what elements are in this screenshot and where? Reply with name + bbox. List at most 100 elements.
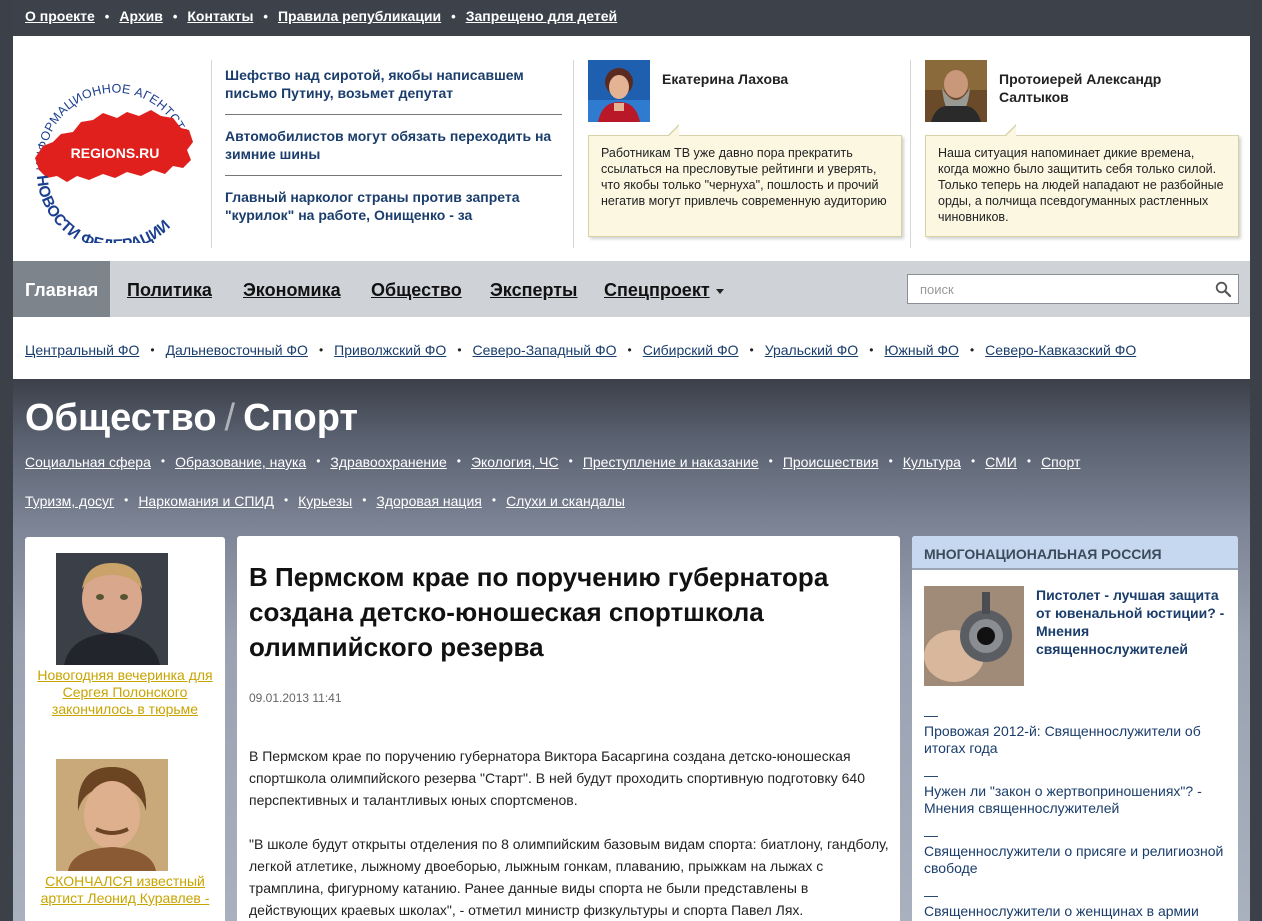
expert-photo-lakhova[interactable]: [588, 60, 650, 122]
top-nav-about[interactable]: О проекте: [25, 8, 95, 24]
subnav-separator: •: [316, 454, 321, 468]
page-title-section[interactable]: Общество: [25, 397, 217, 439]
subnav-link[interactable]: Слухи и скандалы: [506, 493, 625, 509]
subnav-separator: •: [456, 454, 461, 468]
region-separator: •: [749, 343, 754, 357]
subnav-link[interactable]: Культура: [903, 454, 961, 470]
right-list-text: Нужен ли "закон о жертвоприношениях"? - …: [924, 783, 1202, 816]
page-title-subsection: Спорт: [243, 397, 359, 439]
subnav-separator: •: [970, 454, 976, 468]
region-separator: •: [627, 343, 632, 357]
news-caption-text: Новогодняя вечеринка для Сергея Полонско…: [37, 667, 213, 717]
subnav-link[interactable]: Происшествия: [783, 454, 879, 470]
right-list-text: Провожая 2012-й: Священнослужители об ит…: [924, 723, 1201, 756]
section-area: Общество / Спорт Социальная сфера • Образо…: [13, 379, 1250, 921]
svg-text:НОВОСТИ ФЕДЕРАЦИИ: НОВОСТИ ФЕДЕРАЦИИ: [33, 174, 174, 243]
logo-brand: REGIONS.RU: [71, 145, 160, 161]
right-lead-link[interactable]: Пистолет - лучшая защита от ювенальной ю…: [1036, 586, 1226, 658]
region-link[interactable]: Южный ФО: [884, 342, 959, 358]
nav-society[interactable]: Общество: [371, 261, 462, 317]
right-list-item[interactable]: — Нужен ли "закон о жертвоприношениях"? …: [924, 768, 1224, 817]
top-nav-separator: •: [104, 8, 110, 24]
expert-name[interactable]: Протоиерей Александр Салтыков: [999, 70, 1229, 106]
right-list-text: Священнослужители о женщинах в армии: [924, 903, 1199, 919]
subnav-separator: •: [124, 493, 129, 507]
subnav-row-2: Туризм, досуг • Наркомания и СПИД • Курь…: [25, 493, 625, 509]
top-nav-separator: •: [451, 8, 456, 24]
subnav-link[interactable]: Социальная сфера: [25, 454, 151, 470]
expert-quote[interactable]: Работникам ТВ уже давно пора прекратить …: [588, 124, 902, 237]
subnav-link[interactable]: Курьезы: [298, 493, 352, 509]
news-divider: [225, 175, 562, 176]
right-list-item[interactable]: — Провожая 2012-й: Священнослужители об …: [924, 708, 1224, 757]
dash-marker: —: [924, 767, 938, 783]
top-nav-republication-rules[interactable]: Правила републикации: [278, 8, 441, 24]
region-link[interactable]: Северо-Кавказский ФО: [985, 342, 1136, 358]
subnav-link-sport[interactable]: Спорт: [1041, 454, 1080, 470]
news-divider: [225, 114, 562, 115]
expert-photo-saltykov[interactable]: [925, 60, 987, 122]
news-caption[interactable]: СКОНЧАЛСЯ известный артист Леонид Куравл…: [35, 873, 215, 907]
nav-experts[interactable]: Эксперты: [490, 261, 577, 317]
dash-marker: —: [924, 887, 938, 903]
nav-main[interactable]: Главная: [13, 261, 111, 317]
subnav-link[interactable]: Экология, ЧС: [471, 454, 559, 470]
nav-politics[interactable]: Политика: [127, 261, 212, 317]
subnav-separator: •: [1026, 454, 1032, 468]
right-column-heading[interactable]: МНОГОНАЦИОНАЛЬНАЯ РОССИЯ: [912, 536, 1238, 570]
subnav-link[interactable]: Туризм, досуг: [25, 493, 114, 509]
region-separator: •: [869, 343, 874, 357]
nav-economy[interactable]: Экономика: [243, 261, 341, 317]
subnav-separator: •: [768, 454, 773, 468]
expert-name[interactable]: Екатерина Лахова: [662, 70, 892, 88]
region-link[interactable]: Дальневосточный ФО: [166, 342, 308, 358]
region-link[interactable]: Сибирский ФО: [643, 342, 739, 358]
subnav-link[interactable]: СМИ: [985, 454, 1017, 470]
header-news-item[interactable]: Автомобилистов могут обязать переходить …: [225, 127, 562, 163]
subnav-link[interactable]: Образование, наука: [175, 454, 306, 470]
header-news-item[interactable]: Шефство над сиротой, якобы написавшем пи…: [225, 66, 562, 102]
news-caption-text: СКОНЧАЛСЯ известный артист Леонид Куравл…: [40, 873, 210, 906]
top-nav-forbidden-for-children[interactable]: Запрещено для детей: [466, 8, 617, 24]
region-link[interactable]: Приволжский ФО: [334, 342, 446, 358]
right-list-item[interactable]: — Священнослужители о женщинах в армии: [924, 888, 1224, 920]
region-separator: •: [150, 343, 155, 357]
news-photo[interactable]: [56, 553, 168, 665]
nav-special-project-label: Спецпроект: [604, 280, 710, 300]
expert-saltykov: Протоиерей Александр Салтыков Наша ситуа…: [910, 60, 1250, 248]
subnav-link[interactable]: Наркомания и СПИД: [138, 493, 274, 509]
header: ИНФОРМАЦИОННОЕ АГЕНТСТВО REGIONS.RU НОВО…: [13, 36, 1250, 261]
news-photo[interactable]: [56, 759, 168, 871]
news-caption[interactable]: Новогодняя вечеринка для Сергея Полонско…: [35, 667, 215, 718]
subnav-link[interactable]: Преступление и наказание: [583, 454, 759, 470]
subnav-separator: •: [283, 493, 289, 507]
region-link[interactable]: Северо-Западный ФО: [473, 342, 617, 358]
expert-lakhova: Екатерина Лахова Работникам ТВ уже давно…: [573, 60, 909, 248]
right-list-item[interactable]: — Священнослужители о присяге и религиоз…: [924, 828, 1224, 877]
region-link[interactable]: Уральский ФО: [765, 342, 859, 358]
left-column: Новогодняя вечеринка для Сергея Полонско…: [25, 537, 225, 921]
article-date: 09.01.2013 11:41: [249, 691, 342, 705]
region-link[interactable]: Центральный ФО: [25, 342, 139, 358]
top-nav-contacts[interactable]: Контакты: [187, 8, 253, 24]
subnav-link[interactable]: Здоровая нация: [376, 493, 481, 509]
regions-nav: Центральный ФО • Дальневосточный ФО • Пр…: [13, 317, 1250, 383]
subnav-separator: •: [362, 493, 367, 507]
expert-quote[interactable]: Наша ситуация напоминает дикие времена, …: [925, 124, 1239, 237]
subnav-link[interactable]: Здравоохранение: [330, 454, 446, 470]
search-input[interactable]: [908, 275, 1198, 303]
regions-bar: Центральный ФО • Дальневосточный ФО • Пр…: [13, 317, 1250, 379]
header-news-item[interactable]: Главный нарколог страны против запрета "…: [225, 188, 562, 224]
subnav-row-1: Социальная сфера • Образование, наука • …: [25, 454, 1080, 470]
pistol-photo[interactable]: [924, 586, 1024, 686]
article-title: В Пермском крае по поручению губернатора…: [249, 562, 829, 662]
dash-marker: —: [924, 827, 938, 843]
subnav-separator: •: [888, 454, 893, 468]
top-nav-archive[interactable]: Архив: [119, 8, 162, 24]
top-bar: О проекте • Архив • Контакты • Правила р…: [13, 0, 1250, 36]
regions-logo[interactable]: ИНФОРМАЦИОННОЕ АГЕНТСТВО REGIONS.RU НОВО…: [23, 58, 203, 243]
main-nav: Главная Политика Экономика Общество Эксп…: [13, 261, 1250, 317]
magnifier-icon[interactable]: [1215, 281, 1231, 297]
header-news: Шефство над сиротой, якобы написавшем пи…: [211, 60, 573, 248]
nav-special-project[interactable]: Спецпроект: [604, 261, 724, 317]
